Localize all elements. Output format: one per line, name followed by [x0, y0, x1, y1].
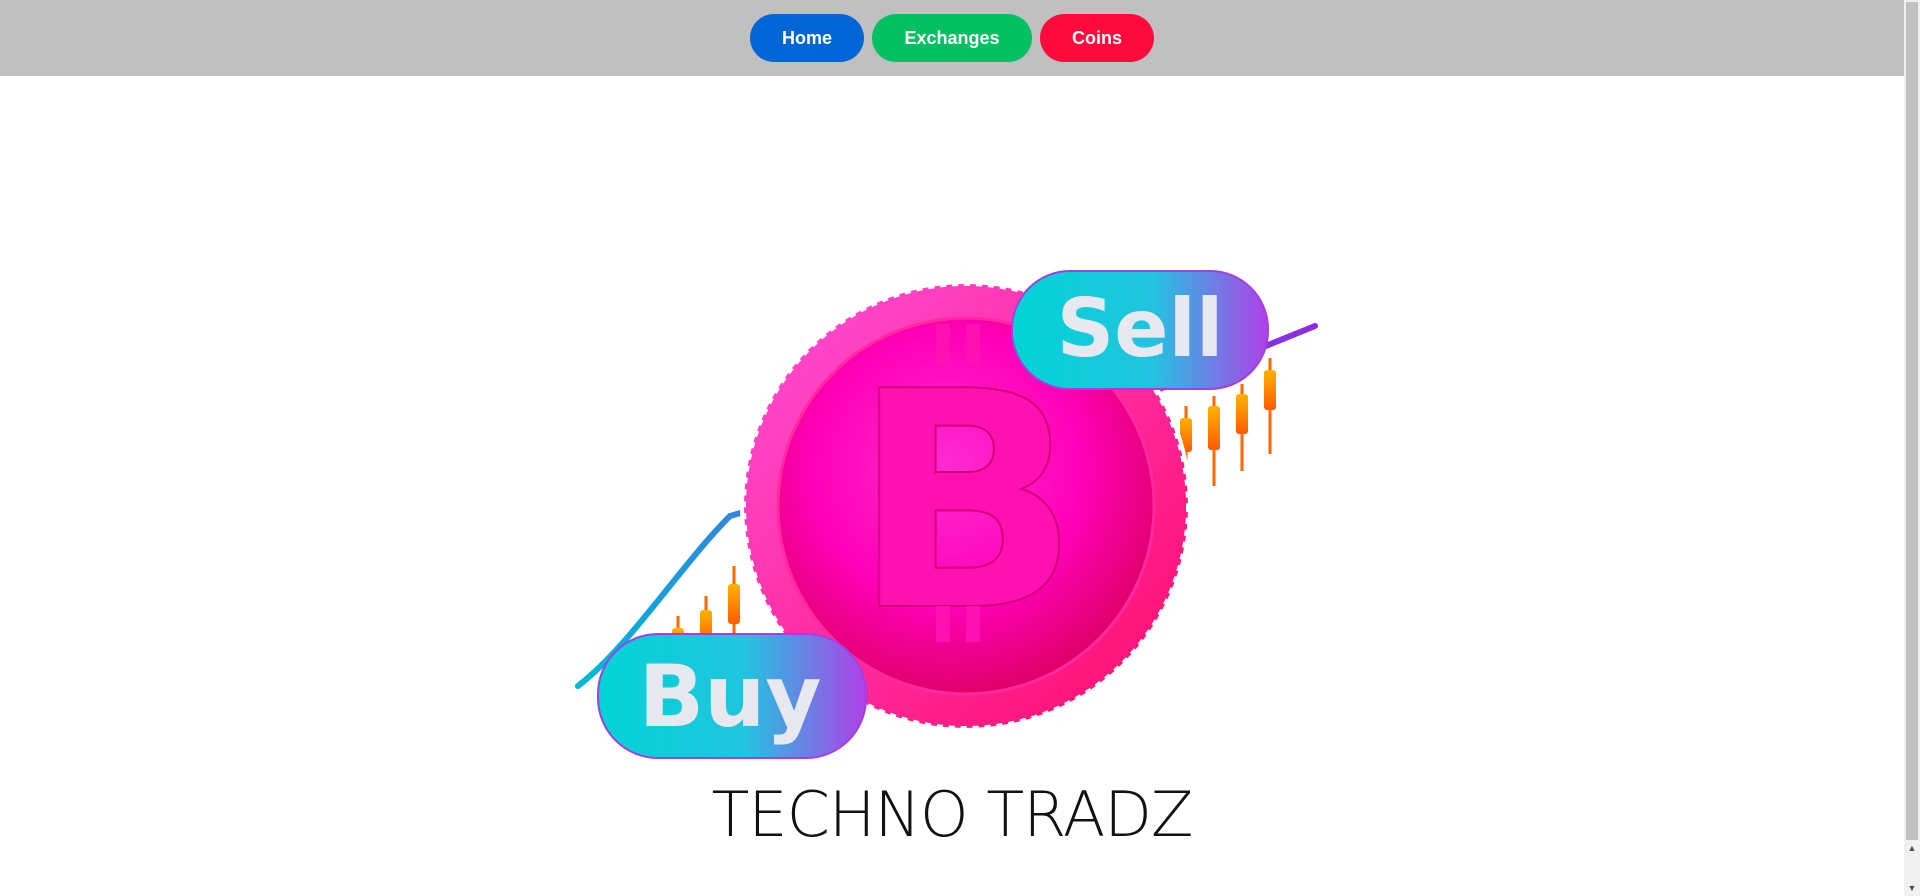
scroll-down-arrow-icon[interactable]: ▼: [1904, 880, 1920, 896]
brand-title: TECHNO TRADZ: [711, 778, 1194, 851]
scroll-up-arrow-icon[interactable]: ▲: [1904, 840, 1920, 856]
hero-section: B Sell Buy TECHNO TRADZ: [0, 76, 1904, 896]
svg-text:Buy: Buy: [639, 647, 822, 747]
svg-text:Sell: Sell: [1057, 282, 1224, 375]
page: Home Exchanges Coins B Sell Buy TECHNO T…: [0, 0, 1920, 896]
coins-button[interactable]: Coins: [1040, 14, 1154, 62]
buy-pill: Buy: [597, 633, 867, 759]
top-nav-bar: Home Exchanges Coins: [0, 0, 1904, 76]
scrollbar-thumb[interactable]: [1906, 2, 1918, 840]
sell-pill: Sell: [1011, 270, 1269, 390]
exchanges-button[interactable]: Exchanges: [872, 14, 1032, 62]
vertical-scrollbar[interactable]: ▲ ▼: [1904, 0, 1920, 896]
bitcoin-buy-sell-illustration: B Sell Buy: [575, 270, 1318, 759]
home-button[interactable]: Home: [750, 14, 864, 62]
